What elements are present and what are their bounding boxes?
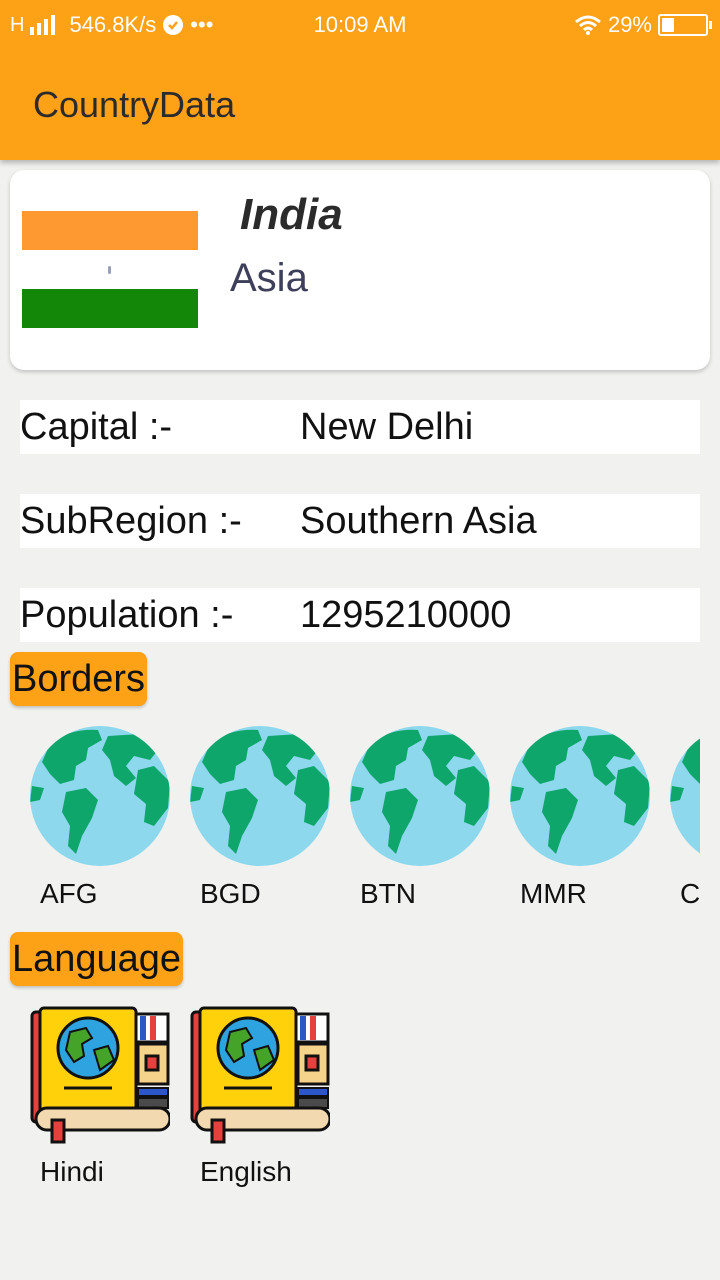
language-item[interactable]: English: [190, 1004, 330, 1188]
capital-value: New Delhi: [300, 406, 474, 448]
border-code: MMR: [520, 878, 587, 909]
app-title: CountryData: [33, 84, 236, 125]
capital-label: Capital :-: [20, 406, 173, 448]
wifi-icon: [574, 15, 601, 35]
borders-list[interactable]: AFG BGD BTN MMR C: [30, 726, 700, 910]
language-book-icon: [30, 1006, 170, 1144]
borders-heading: Borders: [10, 652, 148, 706]
language-heading: Language: [10, 932, 184, 986]
border-item[interactable]: AFG: [30, 726, 170, 910]
subregion-label: SubRegion :-: [20, 500, 242, 542]
battery-icon: [658, 14, 712, 36]
population-value: 1295210000: [300, 594, 512, 636]
status-bar: H 546.8K/s ••• 10:09 AM 29%: [0, 0, 720, 52]
border-code: AFG: [40, 878, 98, 909]
language-name: English: [200, 1156, 292, 1187]
globe-icon: [670, 726, 700, 866]
globe-icon: [510, 726, 650, 866]
language-item[interactable]: Hindi: [30, 1004, 170, 1188]
flag-image: [22, 211, 198, 328]
subregion-value: Southern Asia: [300, 500, 537, 542]
border-code: C: [680, 878, 700, 909]
globe-icon: [30, 726, 170, 866]
border-item[interactable]: MMR: [510, 726, 650, 910]
battery-percent: 29%: [607, 12, 652, 37]
globe-icon: [350, 726, 490, 866]
language-book-icon: [190, 1006, 330, 1144]
border-code: BGD: [200, 878, 261, 909]
border-item[interactable]: BTN: [350, 726, 490, 910]
app-bar: H 546.8K/s ••• 10:09 AM 29% CountryData: [0, 0, 720, 160]
country-name: India: [240, 190, 343, 239]
languages-list[interactable]: Hindi English: [30, 1004, 700, 1188]
border-item[interactable]: C: [670, 726, 700, 910]
population-row: Population :- 1295210000: [20, 588, 700, 642]
population-label: Population :-: [20, 594, 234, 636]
subregion-row: SubRegion :- Southern Asia: [20, 494, 700, 548]
country-region: Asia: [230, 256, 308, 300]
capital-row: Capital :- New Delhi: [20, 400, 700, 454]
language-name: Hindi: [40, 1156, 104, 1187]
border-item[interactable]: BGD: [190, 726, 330, 910]
border-code: BTN: [360, 878, 416, 909]
country-card[interactable]: India Asia: [10, 170, 710, 370]
globe-icon: [190, 726, 330, 866]
